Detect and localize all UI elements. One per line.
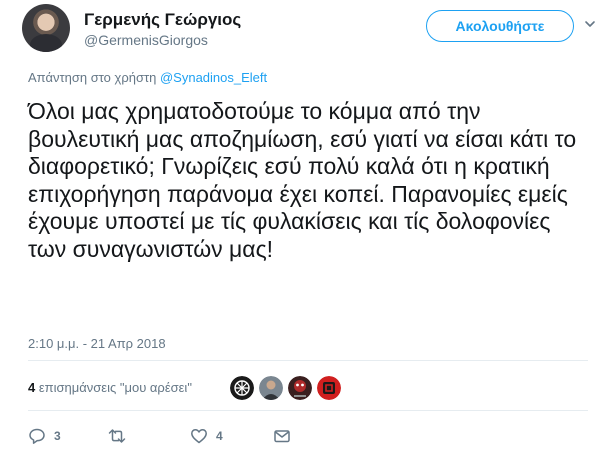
divider	[28, 410, 588, 411]
reply-count: 3	[54, 429, 61, 443]
retweet-button[interactable]	[108, 426, 134, 446]
reply-mention-link[interactable]: @Synadinos_Eleft	[160, 70, 267, 85]
avatar[interactable]	[22, 4, 70, 52]
likes-row: 4 επισημάνσεις "μου αρέσει"	[28, 366, 588, 410]
liker-avatar[interactable]	[230, 376, 254, 400]
author-name[interactable]: Γερμενής Γεώργιος	[84, 10, 241, 30]
likes-label: επισημάνσεις "μου αρέσει"	[38, 380, 192, 395]
liker-avatar[interactable]	[317, 376, 341, 400]
direct-message-button[interactable]	[273, 426, 291, 446]
tweet-actions: 3 4	[28, 426, 588, 448]
chevron-down-icon[interactable]	[584, 18, 596, 30]
liker-avatar[interactable]	[288, 376, 312, 400]
envelope-icon	[274, 430, 290, 443]
likes-count: 4	[28, 380, 36, 395]
reply-context: Απάντηση στο χρήστη @Synadinos_Eleft	[28, 70, 267, 85]
author-handle[interactable]: @GermenisGiorgos	[84, 32, 208, 48]
reply-button[interactable]: 3	[28, 426, 61, 446]
like-button[interactable]: 4	[190, 426, 223, 446]
follow-button[interactable]: Ακολουθήστε	[426, 10, 574, 42]
likes-summary[interactable]: 4 επισημάνσεις "μου αρέσει"	[28, 380, 192, 395]
like-count: 4	[216, 429, 223, 443]
tweet-text: Όλοι μας χρηματοδοτούμε το κόμμα από την…	[28, 98, 577, 262]
reply-prefix: Απάντηση στο χρήστη	[28, 70, 157, 85]
tweet-timestamp[interactable]: 2:10 μ.μ. - 21 Απρ 2018	[28, 336, 166, 351]
tweet-header: Γερμενής Γεώργιος @GermenisGiorgos Ακολο…	[22, 4, 596, 58]
divider	[28, 360, 588, 361]
liker-avatar[interactable]	[259, 376, 283, 400]
retweet-icon	[108, 429, 126, 443]
reply-icon	[29, 428, 45, 444]
heart-icon	[191, 429, 207, 444]
